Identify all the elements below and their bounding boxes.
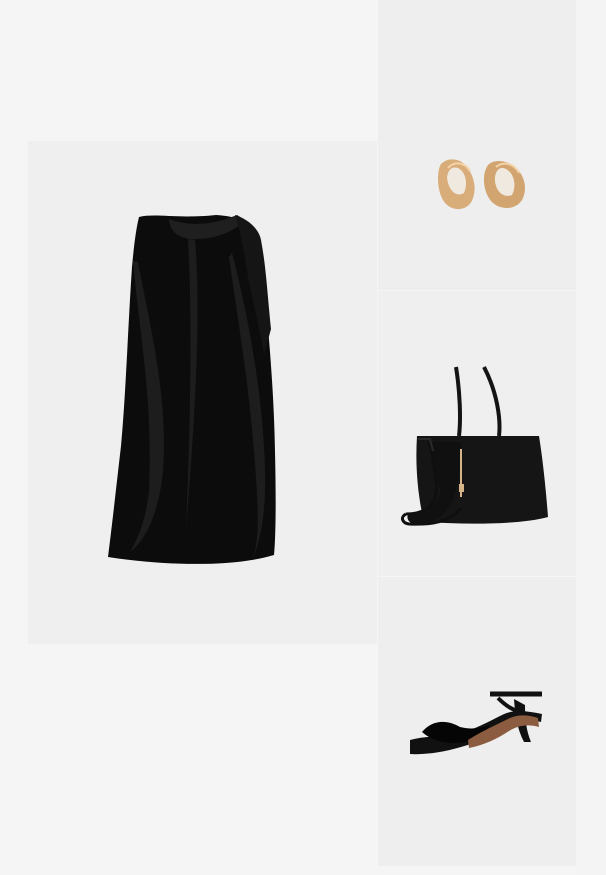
black-satin-dress-icon xyxy=(108,215,276,564)
sandals-product-tile[interactable] xyxy=(378,577,576,866)
dress-product-tile[interactable] xyxy=(28,141,377,644)
bag-product-tile[interactable] xyxy=(378,291,576,576)
gold-hoop-earrings-icon xyxy=(438,159,525,210)
black-kitten-heel-sandal-icon xyxy=(410,691,542,755)
earrings-product-tile[interactable] xyxy=(378,0,576,290)
right-margin-strip xyxy=(576,0,606,875)
black-tote-bag-icon xyxy=(400,366,548,526)
